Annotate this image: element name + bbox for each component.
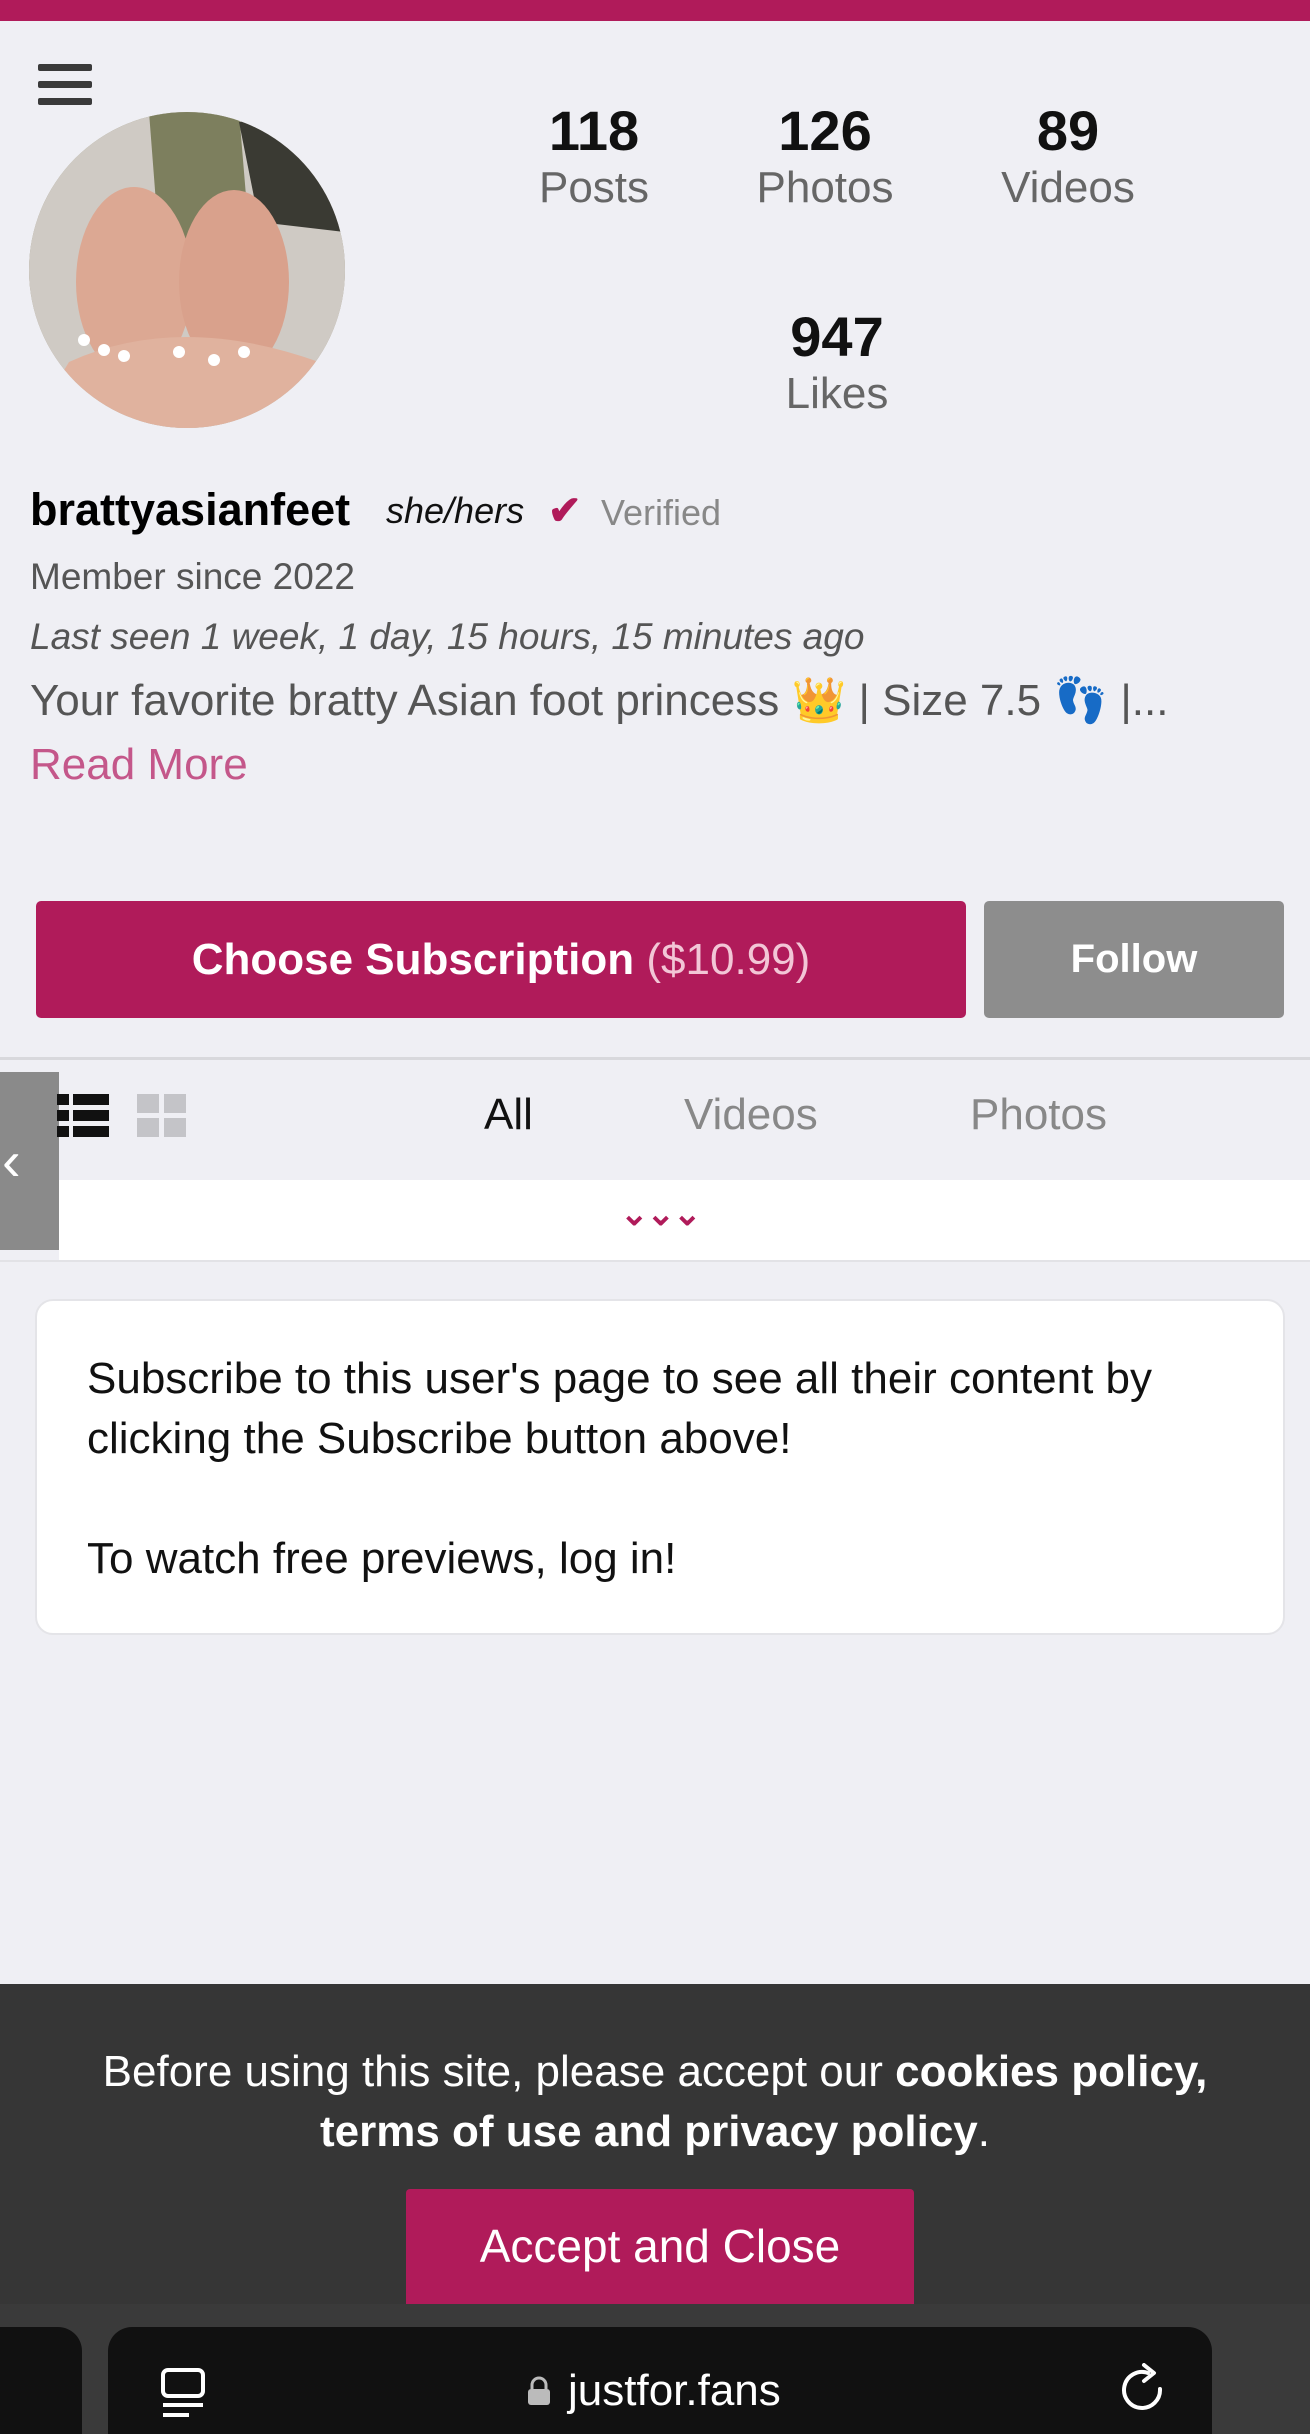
notice-line-1: Subscribe to this user's page to see all… [87, 1354, 1153, 1463]
stat-videos[interactable]: 89 Videos [958, 100, 1178, 214]
accept-and-close-button[interactable]: Accept and Close [406, 2189, 914, 2304]
lock-icon [528, 2376, 550, 2405]
stat-label: Videos [1001, 163, 1135, 212]
expand-chevrons-icon[interactable]: ⌄⌄⌄ [620, 1194, 701, 1234]
divider [0, 1057, 1310, 1060]
stat-photos[interactable]: 126 Photos [715, 100, 935, 214]
page-menu-icon[interactable] [160, 2367, 206, 2421]
read-more-link[interactable]: Read More [30, 740, 248, 790]
pronouns: she/hers [386, 490, 525, 531]
grid-view-icon[interactable] [137, 1094, 187, 1138]
stat-value: 126 [778, 99, 872, 162]
choose-subscription-button[interactable]: Choose Subscription ($10.99) [36, 901, 966, 1018]
side-drawer-toggle[interactable]: ‹ [0, 1072, 59, 1250]
follow-button[interactable]: Follow [984, 901, 1284, 1018]
notice-line-2: To watch free previews, log in! [87, 1534, 677, 1583]
stat-label: Posts [538, 163, 650, 212]
avatar[interactable] [29, 112, 345, 428]
bio-text: Your favorite bratty Asian foot princess… [30, 676, 1169, 725]
divider [0, 1260, 1310, 1262]
stat-value: 947 [790, 305, 884, 368]
tab-photos[interactable]: Photos [970, 1090, 1107, 1140]
chevron-left-icon: ‹ [2, 1129, 21, 1192]
member-since: Member since 2022 [30, 556, 355, 597]
browser-tab-stub[interactable] [0, 2327, 82, 2434]
stat-label: Photos [756, 163, 894, 212]
last-seen: Last seen 1 week, 1 day, 15 hours, 15 mi… [30, 616, 865, 657]
verified-label: Verified [601, 492, 722, 533]
top-accent-bar [0, 0, 1310, 21]
hamburger-menu-icon[interactable] [38, 64, 92, 114]
stat-likes: 947 Likes [727, 306, 947, 420]
stat-label: Likes [785, 369, 889, 418]
stat-posts[interactable]: 118 Posts [484, 100, 704, 214]
reload-icon[interactable] [1118, 2363, 1170, 2419]
username: brattyasianfeet [30, 484, 351, 535]
cookie-text-start: Before using this site, please accept ou… [102, 2047, 896, 2096]
subscribe-notice-card: Subscribe to this user's page to see all… [35, 1299, 1285, 1635]
stat-value: 89 [1036, 99, 1100, 162]
stat-value: 118 [548, 99, 640, 162]
avatar-photo [29, 112, 345, 428]
subscription-label: Choose Subscription [191, 935, 635, 984]
cookie-text-end: . [977, 2107, 991, 2156]
url-text: justfor.fans [568, 2366, 781, 2415]
list-view-icon[interactable] [57, 1094, 109, 1138]
cookie-text: Before using this site, please accept ou… [40, 2042, 1270, 2162]
tab-videos[interactable]: Videos [684, 1090, 818, 1140]
subscription-price: ($10.99) [646, 935, 811, 984]
tab-all[interactable]: All [484, 1090, 533, 1140]
verified-check-icon: ✔ [548, 489, 582, 533]
